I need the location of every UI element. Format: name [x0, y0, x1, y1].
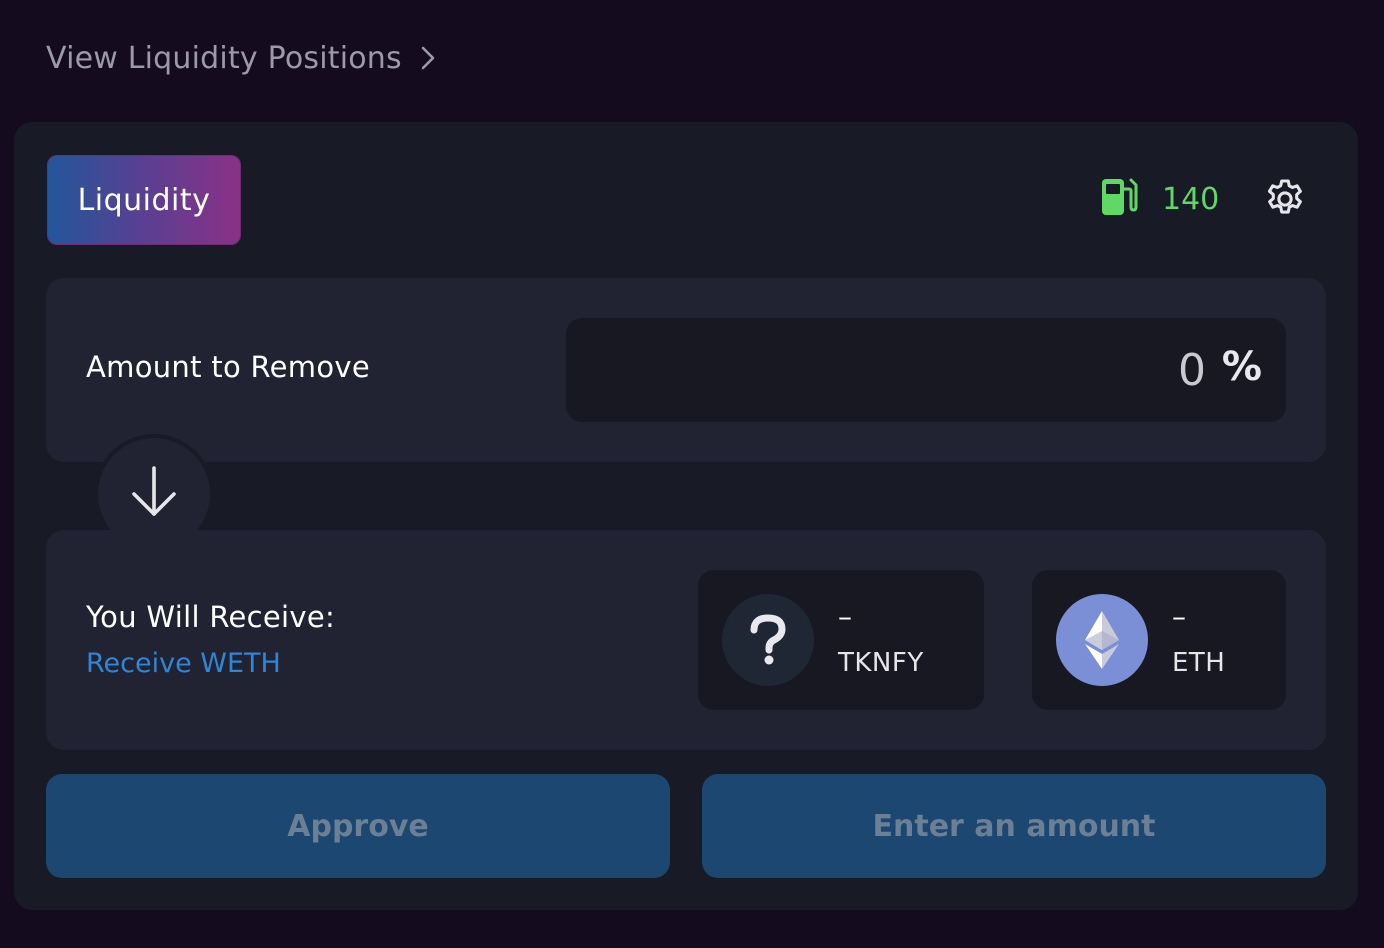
- arrow-down-icon: [129, 464, 179, 524]
- token-amount: –: [1172, 600, 1186, 633]
- approve-button[interactable]: Approve: [46, 774, 670, 878]
- breadcrumb[interactable]: View Liquidity Positions: [46, 36, 436, 80]
- remove-liquidity-card: Liquidity 140 Amount to Remove %: [14, 122, 1358, 910]
- breadcrumb-label[interactable]: View Liquidity Positions: [46, 41, 402, 76]
- amount-to-remove-panel: Amount to Remove %: [46, 278, 1326, 462]
- token-amount: –: [838, 600, 852, 633]
- unknown-token-icon: [722, 594, 814, 686]
- enter-amount-button[interactable]: Enter an amount: [702, 774, 1326, 878]
- token-symbol: TKNFY: [838, 648, 924, 678]
- gas-pump-icon: [1100, 177, 1138, 221]
- gas-price-value: 140: [1162, 181, 1220, 217]
- ethereum-icon: [1056, 594, 1148, 686]
- percent-unit: %: [1221, 344, 1262, 390]
- gas-price-indicator: 140: [1100, 177, 1219, 221]
- amount-input-box[interactable]: %: [566, 318, 1286, 422]
- token-output-eth: – ETH: [1032, 570, 1286, 710]
- tab-liquidity[interactable]: Liquidity: [47, 155, 241, 245]
- receive-weth-link[interactable]: Receive WETH: [86, 648, 281, 679]
- chevron-right-icon: [420, 45, 436, 71]
- amount-percent-input[interactable]: [906, 342, 1206, 398]
- amount-to-remove-label: Amount to Remove: [86, 350, 370, 384]
- you-will-receive-label: You Will Receive:: [86, 600, 336, 634]
- token-output-tknfy: – TKNFY: [698, 570, 984, 710]
- gear-icon[interactable]: [1262, 176, 1308, 222]
- token-symbol: ETH: [1172, 648, 1226, 678]
- receive-panel: You Will Receive: Receive WETH – TKNFY –…: [46, 530, 1326, 750]
